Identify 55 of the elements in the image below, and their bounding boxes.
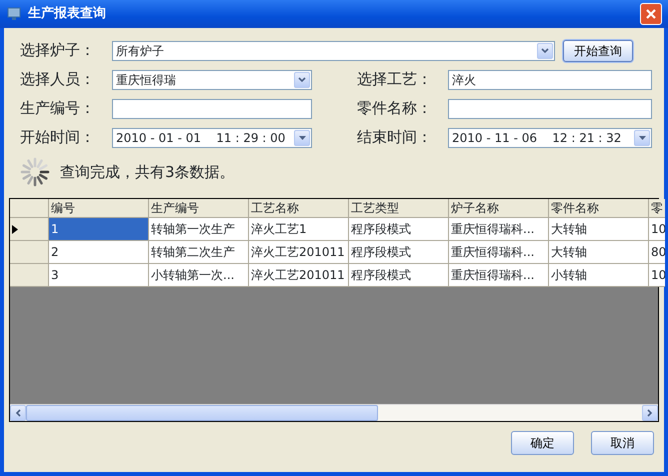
close-button[interactable] <box>640 3 662 25</box>
table-cell: 程序段模式 <box>349 264 449 287</box>
header-corner <box>10 199 49 218</box>
table-cell: 淬火工艺201011 <box>249 264 349 287</box>
scrollbar-thumb[interactable] <box>26 405 378 421</box>
field-label: 结束时间： <box>357 127 433 148</box>
table-cell: 转轴第二次生产 <box>149 241 249 264</box>
window-title: 生产报表查询 <box>28 4 106 24</box>
column-header[interactable]: 炉子名称 <box>449 199 549 218</box>
column-header[interactable]: 工艺名称 <box>249 199 349 218</box>
horizontal-scrollbar[interactable] <box>10 404 658 421</box>
table-cell: 大转轴 <box>549 218 649 241</box>
scroll-right-icon[interactable] <box>642 405 658 421</box>
date-field[interactable]: 2010 - 11 - 06 12 : 21 : 32 <box>448 128 652 148</box>
column-header[interactable]: 工艺类型 <box>349 199 449 218</box>
input-field[interactable] <box>448 98 652 118</box>
field-label: 选择炉子： <box>20 40 96 62</box>
dropdown-field[interactable]: 所有炉子 <box>112 40 555 60</box>
table-cell: 1 <box>49 218 149 241</box>
table-cell: 小转轴第一次... <box>149 264 249 287</box>
row-header[interactable] <box>10 218 49 241</box>
table-cell: 重庆恒得瑞科... <box>449 264 549 287</box>
column-header[interactable]: 零件名称 <box>549 199 649 218</box>
table-cell: 淬火工艺1 <box>249 218 349 241</box>
table-cell: 转轴第一次生产 <box>149 218 249 241</box>
field-label: 选择工艺： <box>357 69 433 90</box>
table-cell: 程序段模式 <box>349 218 449 241</box>
column-header[interactable]: 生产编号 <box>149 199 249 218</box>
table-cell: 程序段模式 <box>349 241 449 264</box>
table-cell: 大转轴 <box>549 241 649 264</box>
field-label: 选择人员： <box>20 69 96 90</box>
dropdown-field[interactable]: 重庆恒得瑞 <box>112 70 312 90</box>
field-label: 开始时间： <box>20 127 96 148</box>
cancel-button[interactable]: 取消 <box>591 431 654 455</box>
app-icon <box>6 6 22 22</box>
close-icon <box>645 8 657 20</box>
table-cell: 重庆恒得瑞科... <box>449 218 549 241</box>
input-field[interactable] <box>112 98 312 118</box>
table-cell: 2 <box>49 241 149 264</box>
date-field[interactable]: 2010 - 01 - 01 11 : 29 : 00 <box>112 128 312 148</box>
table-cell: 淬火工艺201011 <box>249 241 349 264</box>
field-label: 零件名称： <box>357 98 433 120</box>
table-cell: 重庆恒得瑞科... <box>449 241 549 264</box>
table-cell: 3 <box>49 264 149 287</box>
search-button[interactable]: 开始查询 <box>563 40 633 62</box>
table-cell: 小转轴 <box>549 264 649 287</box>
loading-spinner-icon <box>20 157 50 187</box>
ok-button[interactable]: 确定 <box>511 431 574 455</box>
field-label: 生产编号： <box>20 98 96 120</box>
status-text: 查询完成，共有3条数据。 <box>60 162 235 183</box>
column-header[interactable]: 编号 <box>49 199 149 218</box>
input-field[interactable]: 淬火 <box>448 70 652 90</box>
current-row-icon <box>12 224 18 234</box>
scroll-left-icon[interactable] <box>10 405 26 421</box>
column-header[interactable]: 零 <box>649 199 665 218</box>
